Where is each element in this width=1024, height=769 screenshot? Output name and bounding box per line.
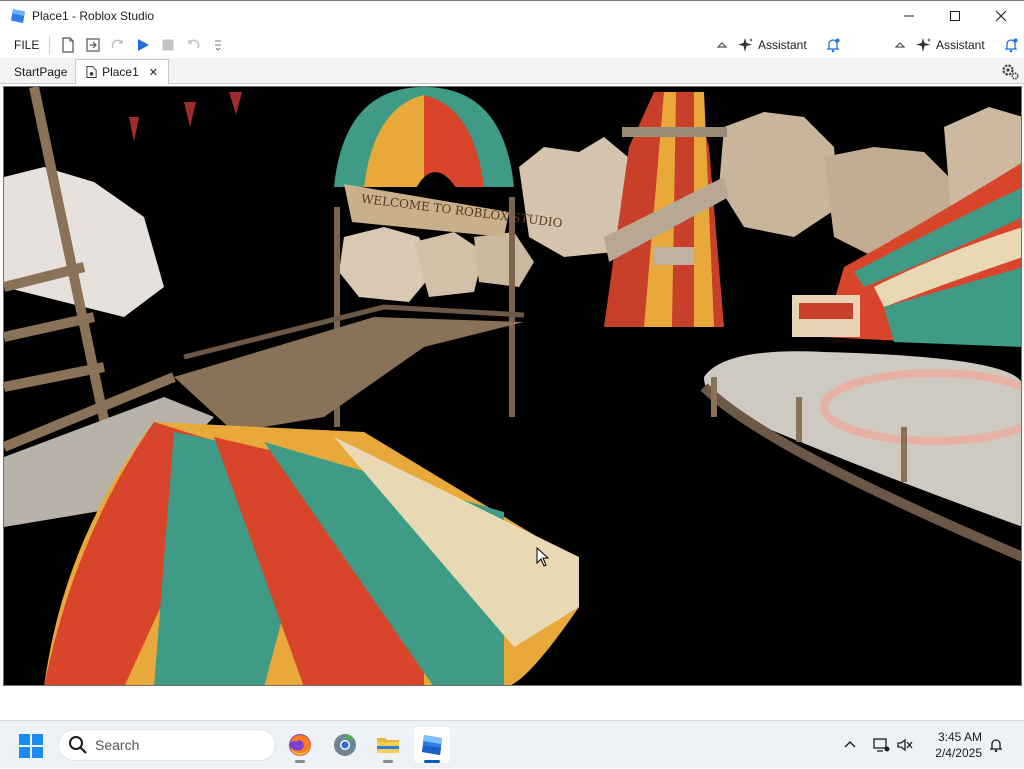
roblox-studio-logo-icon bbox=[11, 9, 25, 23]
taskbar-chrome[interactable] bbox=[327, 727, 363, 763]
taskbar-roblox-studio[interactable] bbox=[414, 727, 450, 763]
minimize-icon bbox=[904, 15, 914, 17]
tab-label: StartPage bbox=[14, 64, 68, 79]
chevron-up-icon[interactable] bbox=[842, 737, 858, 753]
undo-button[interactable] bbox=[182, 34, 204, 56]
chevron-up-icon[interactable] bbox=[716, 39, 728, 51]
windows-start-icon[interactable] bbox=[18, 733, 44, 759]
taskbar-file-explorer[interactable] bbox=[370, 727, 406, 763]
play-icon bbox=[138, 38, 150, 51]
system-tray bbox=[842, 721, 914, 769]
minimize-button[interactable] bbox=[886, 1, 932, 31]
tab-close-icon[interactable]: ✕ bbox=[149, 66, 158, 79]
chevron-up-icon[interactable] bbox=[894, 39, 906, 51]
close-button[interactable] bbox=[978, 1, 1024, 31]
firefox-icon bbox=[289, 734, 311, 756]
assistant-button[interactable]: Assistant bbox=[936, 38, 985, 52]
network-icon[interactable] bbox=[872, 737, 890, 753]
volume-muted-icon[interactable] bbox=[896, 737, 914, 753]
play-button[interactable] bbox=[132, 34, 154, 56]
running-indicator bbox=[383, 760, 393, 763]
tab-place1[interactable]: Place1 ✕ bbox=[75, 59, 169, 84]
maximize-button[interactable] bbox=[932, 1, 978, 31]
toolbar-separator bbox=[49, 35, 51, 54]
window-title: Place1 - Roblox Studio bbox=[32, 9, 155, 23]
window-controls bbox=[886, 1, 1024, 31]
sparkle-icon bbox=[916, 37, 931, 52]
gear-icon[interactable] bbox=[1000, 61, 1020, 81]
publish-icon bbox=[86, 37, 100, 52]
search-placeholder: Search bbox=[95, 737, 140, 753]
file-menu[interactable]: FILE bbox=[14, 38, 39, 52]
taskbar-clock[interactable]: 3:45 AM 2/4/2025 bbox=[922, 729, 982, 761]
ribbon-toolbar: FILE Assistant Assistant bbox=[0, 31, 1024, 58]
document-tab-bar: StartPage Place1 ✕ bbox=[0, 58, 1024, 84]
active-indicator bbox=[424, 760, 440, 763]
new-file-button[interactable] bbox=[57, 34, 79, 56]
running-indicator bbox=[295, 760, 305, 763]
notification-bell-icon[interactable] bbox=[825, 37, 841, 53]
search-icon bbox=[69, 736, 87, 754]
taskbar-firefox[interactable] bbox=[282, 727, 318, 763]
mouse-cursor-icon bbox=[536, 547, 550, 567]
assistant-group-2: Assistant bbox=[894, 31, 1019, 58]
chrome-icon bbox=[334, 734, 356, 756]
clock-time: 3:45 AM bbox=[937, 730, 982, 744]
maximize-icon bbox=[950, 11, 960, 21]
toolbar-overflow-button[interactable] bbox=[207, 34, 229, 56]
assistant-button[interactable]: Assistant bbox=[758, 38, 807, 52]
taskbar-search-box[interactable]: Search bbox=[58, 729, 276, 761]
helter-skelter-tower bbox=[604, 92, 729, 327]
stop-icon bbox=[162, 39, 174, 50]
redo-icon bbox=[112, 39, 123, 48]
clock-date: 2/4/2025 bbox=[935, 746, 982, 760]
tab-startpage[interactable]: StartPage bbox=[4, 59, 77, 84]
sparkle-icon bbox=[738, 37, 753, 52]
3d-viewport[interactable]: WELCOME TO ROBLOX STUDIO bbox=[3, 86, 1022, 686]
place-file-icon bbox=[86, 65, 97, 79]
title-bar: Place1 - Roblox Studio bbox=[0, 0, 1024, 31]
windows-taskbar: Search 3:45 AM 2/4/2025 bbox=[0, 720, 1024, 768]
roblox-studio-icon bbox=[422, 735, 442, 755]
file-explorer-icon bbox=[377, 738, 399, 753]
overflow-icon bbox=[215, 39, 222, 51]
tab-label: Place1 bbox=[102, 65, 139, 79]
new-file-icon bbox=[62, 36, 74, 53]
close-icon bbox=[995, 10, 1007, 22]
undo-icon bbox=[188, 39, 200, 48]
notification-bell-icon[interactable] bbox=[988, 737, 1004, 753]
assistant-group-1: Assistant bbox=[716, 31, 841, 58]
scene-render: WELCOME TO ROBLOX STUDIO bbox=[4, 87, 1021, 685]
stop-button[interactable] bbox=[157, 34, 179, 56]
publish-button[interactable] bbox=[82, 34, 104, 56]
redo-button[interactable] bbox=[107, 34, 129, 56]
status-area bbox=[0, 686, 1024, 720]
notification-bell-icon[interactable] bbox=[1003, 37, 1019, 53]
